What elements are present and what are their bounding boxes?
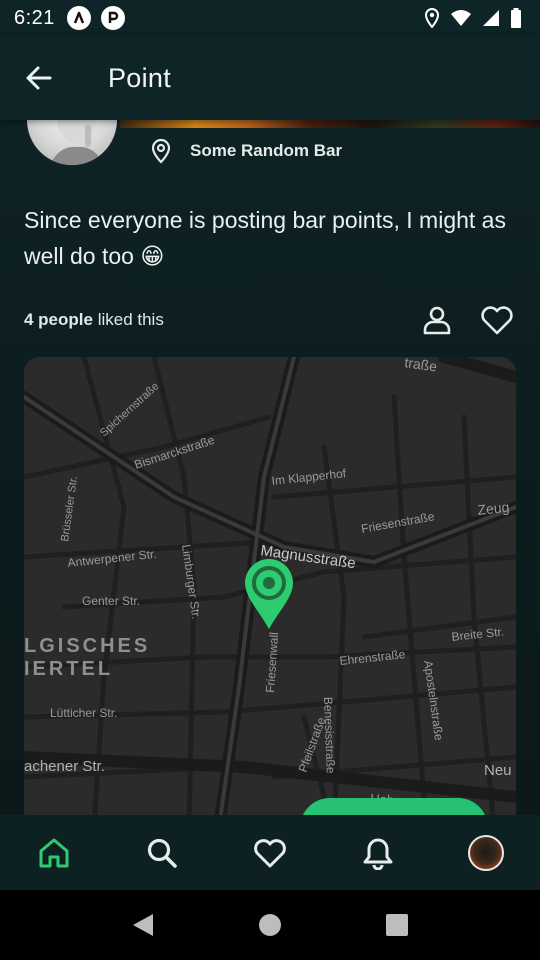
search-icon: [147, 838, 177, 868]
notification-icon-a: [66, 6, 91, 30]
system-home-button[interactable]: [246, 901, 294, 949]
location-pin-icon: [151, 138, 171, 164]
system-back-button[interactable]: [119, 901, 167, 949]
system-recents-button[interactable]: [373, 901, 421, 949]
square-recents-icon: [385, 914, 408, 936]
location-row[interactable]: Some Random Bar: [150, 138, 342, 164]
triangle-back-icon: [133, 914, 154, 936]
wifi-icon: [451, 10, 471, 26]
nav-home[interactable]: [26, 825, 82, 881]
status-icons: [424, 8, 522, 28]
signal-icon: [483, 10, 499, 26]
post-content: Some Random Bar Since everyone is postin…: [0, 120, 540, 815]
post-actions: [418, 301, 516, 339]
nav-search[interactable]: [134, 825, 190, 881]
map-view[interactable]: traße Spichernstraße Bismarckstraße Im K…: [24, 357, 516, 815]
nav-notifications[interactable]: [350, 825, 406, 881]
bottom-nav: [0, 815, 540, 890]
post-text: Since everyone is posting bar points, I …: [24, 207, 506, 269]
map-label: achener Str.: [24, 758, 105, 775]
status-time: 6:21: [14, 6, 55, 29]
map-label: Genter Str.: [82, 594, 140, 608]
map-label: IERTEL: [24, 658, 113, 680]
person-icon: [423, 306, 451, 335]
heart-outline-icon: [481, 306, 513, 335]
cover-image: [120, 120, 540, 128]
likers-button[interactable]: [418, 301, 456, 339]
nav-profile[interactable]: [458, 825, 514, 881]
heart-outline-icon: [254, 838, 286, 867]
circle-home-icon: [258, 914, 281, 936]
bell-icon: [363, 838, 393, 870]
author-avatar[interactable]: [24, 120, 120, 168]
notification-icon-p: [100, 6, 125, 30]
map-label: Lütticher Str.: [50, 706, 117, 720]
map-canvas: traße Spichernstraße Bismarckstraße Im K…: [24, 357, 516, 815]
location-name: Some Random Bar: [190, 141, 343, 160]
nav-favorites[interactable]: [242, 825, 298, 881]
screen: 6:21 Point Some Random Bar Since everyon…: [0, 0, 540, 960]
home-icon: [39, 838, 69, 867]
back-button[interactable]: [0, 36, 78, 120]
map-label: Neu: [484, 762, 512, 779]
map-label: LGISCHES: [24, 635, 150, 657]
page-title: Point: [108, 62, 172, 93]
likes-text[interactable]: 4 people liked this: [24, 310, 164, 330]
app-bar: Point: [0, 36, 540, 120]
likes-suffix: liked this: [92, 310, 164, 329]
likes-count: 4 people: [24, 310, 93, 329]
battery-icon: [511, 8, 521, 28]
like-button[interactable]: [478, 301, 516, 339]
likes-row: 4 people liked this: [24, 300, 516, 340]
system-nav-bar: [0, 890, 540, 960]
map-action-button[interactable]: [300, 798, 488, 815]
location-status-icon: [424, 8, 440, 28]
status-bar: 6:21: [0, 0, 540, 36]
map-label: Zeug: [477, 499, 510, 518]
map-label: Benesisstraße: [321, 697, 338, 774]
profile-avatar: [468, 834, 504, 871]
arrow-left-icon: [26, 66, 52, 90]
